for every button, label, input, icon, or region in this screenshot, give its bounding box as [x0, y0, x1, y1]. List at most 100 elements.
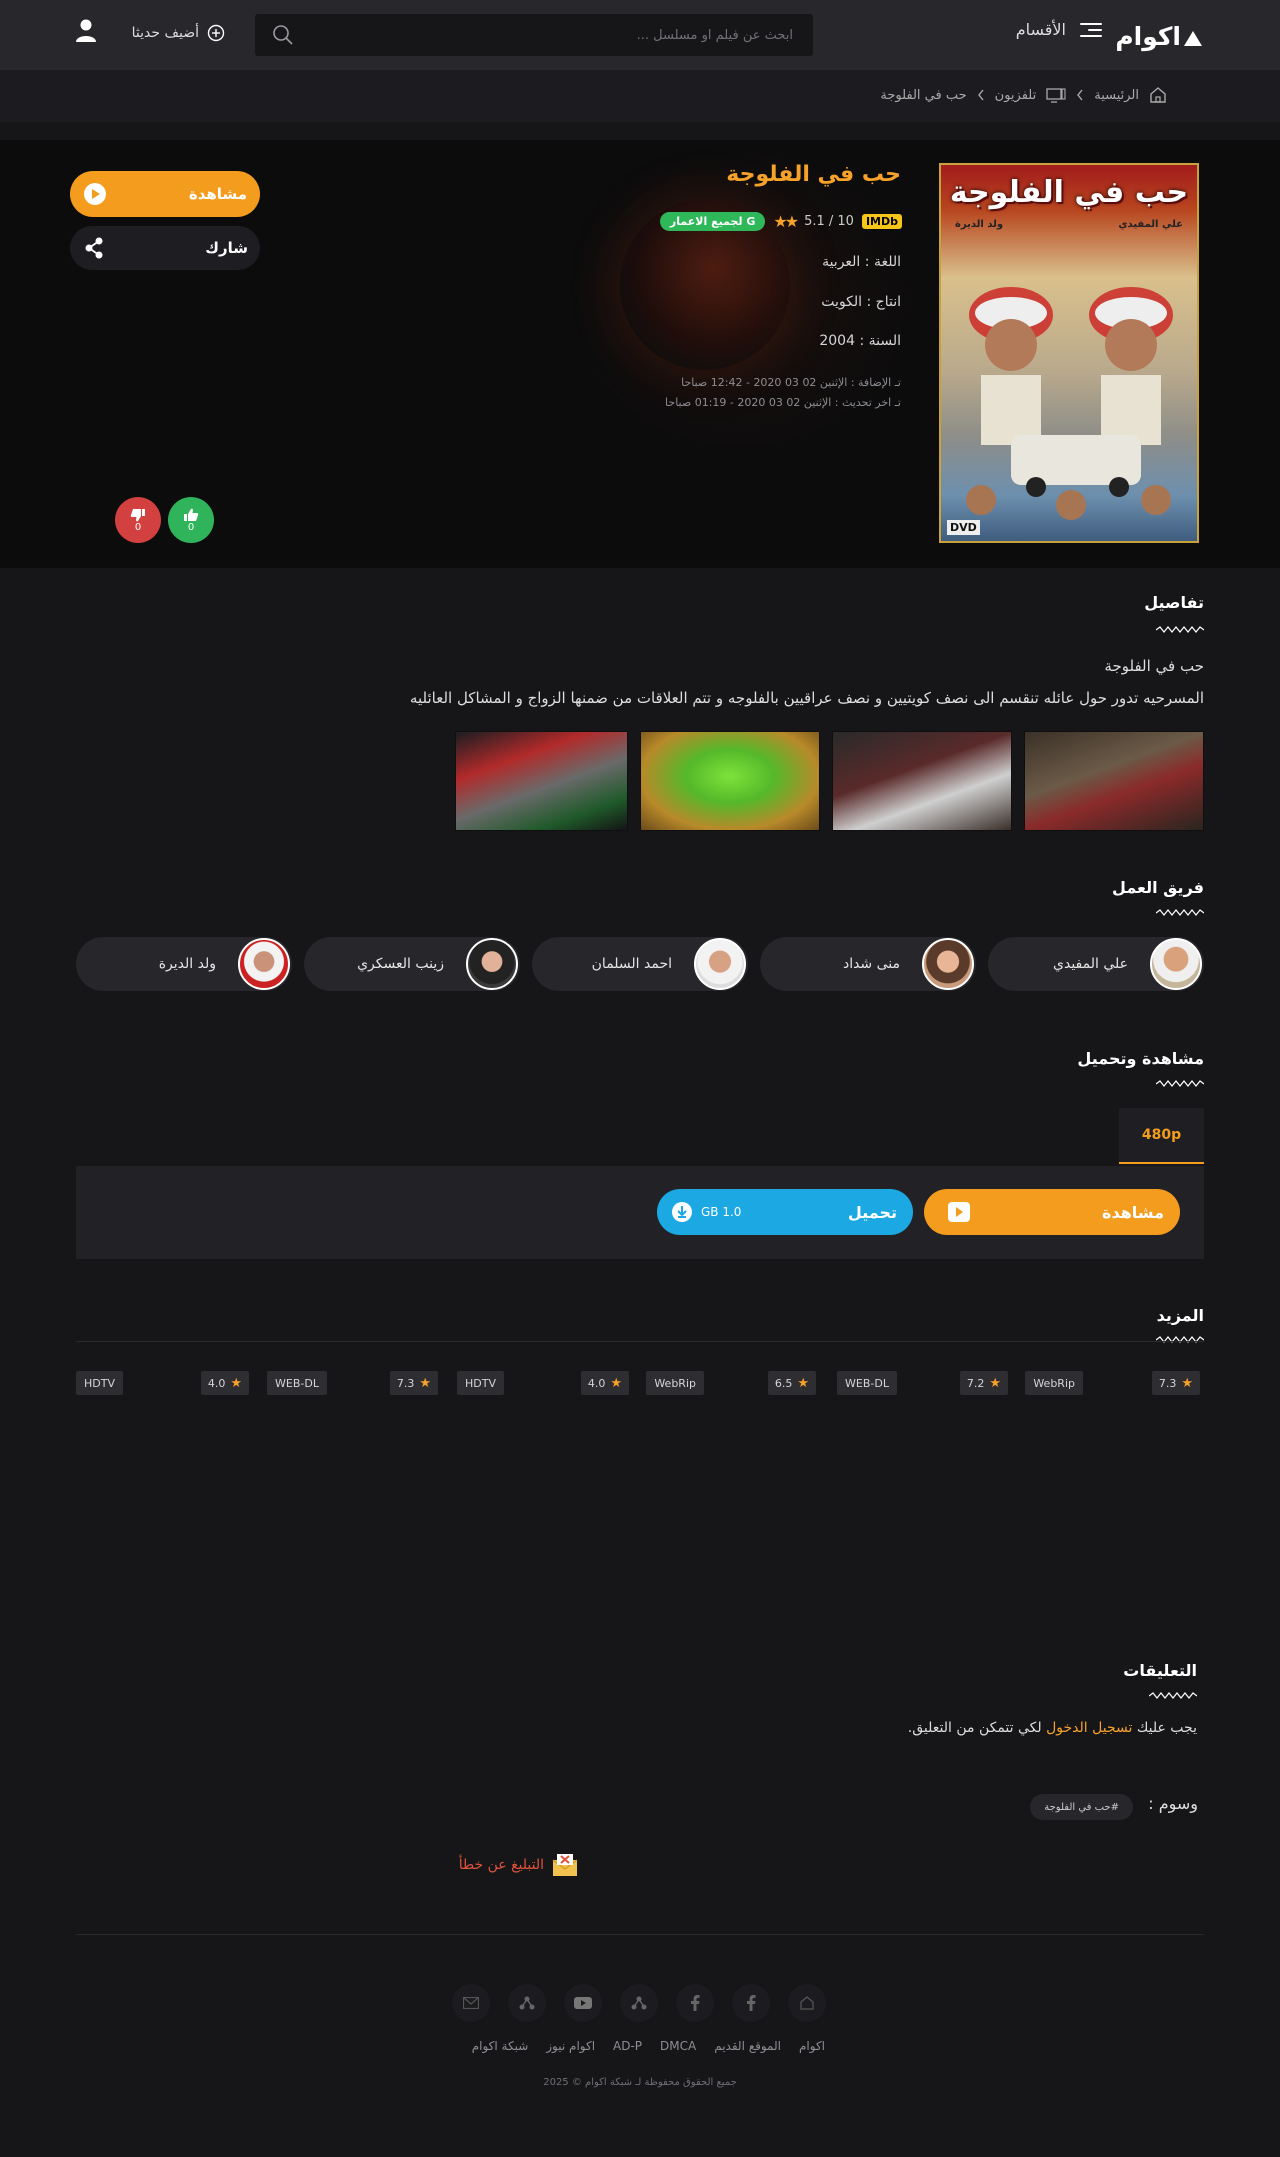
logo-triangle-icon [1184, 31, 1202, 46]
share-button[interactable]: شارك [70, 226, 260, 270]
home-icon [1150, 87, 1166, 103]
avatar [694, 938, 746, 990]
cast-member[interactable]: احمد السلمان [532, 937, 748, 991]
related-rating: ★ 4.0 [200, 1371, 249, 1395]
details-title: تفاصيل [1144, 593, 1204, 612]
cast-member[interactable]: منى شداد [760, 937, 976, 991]
cast-member[interactable]: علي المفيدي [988, 937, 1204, 991]
cast-member-name: علي المفيدي [1053, 956, 1128, 972]
footer-link[interactable]: DMCA [660, 2039, 696, 2053]
related-quality[interactable]: WebRip [646, 1371, 704, 1395]
cast-member-name: احمد السلمان [591, 956, 672, 972]
cast-member[interactable]: ولد الديرة [76, 937, 292, 991]
footer-divider [76, 1934, 1204, 1935]
related-rating: ★ 7.2 [959, 1371, 1008, 1395]
login-link[interactable]: تسجيل الدخول [1046, 1720, 1132, 1736]
dislike-count: 0 [134, 521, 142, 533]
plus-circle-icon [207, 24, 225, 42]
home-icon[interactable] [788, 1984, 826, 2022]
movie-poster: حب في الفلوجة علي المفيدي ولد الديرة DVD [939, 163, 1199, 543]
star-icon: ★ [1181, 1375, 1193, 1391]
report-error-link[interactable]: التبليغ عن خطأ [459, 1853, 578, 1877]
movie-language: اللغة : العربية [822, 254, 901, 270]
related-rating: ★ 7.3 [389, 1371, 438, 1395]
chevron-left-icon [1077, 89, 1083, 101]
breadcrumb-section[interactable]: تلفزيون [995, 88, 1037, 103]
footer-link[interactable]: شبكة اكوام [472, 2039, 529, 2053]
network-icon[interactable] [508, 1984, 546, 2022]
poster-credit: علي المفيدي [1118, 219, 1183, 230]
screenshot-thumbnail[interactable] [1024, 731, 1204, 831]
zigzag-divider [1149, 1692, 1197, 1699]
updated-date: تـ اخر تحديث : الإثنين 02 03 2020 - 01:1… [665, 396, 901, 409]
sections-menu-button[interactable]: الأقسام [1016, 20, 1102, 39]
imdb-rating: 10 / 5.1 [804, 214, 854, 229]
related-quality[interactable]: WEB-DL [267, 1371, 327, 1395]
report-error-label: التبليغ عن خطأ [458, 1857, 544, 1873]
cast-title: فريق العمل [1112, 878, 1204, 897]
watch-button[interactable]: مشاهدة [70, 171, 260, 217]
copyright: جميع الحقوق محفوظة لـ شبكة اكوام © 2025 [543, 2077, 737, 2088]
dislike-button[interactable]: 0 [115, 497, 161, 543]
quality-tab-480p[interactable]: 480p [1119, 1108, 1204, 1164]
play-icon [84, 183, 106, 205]
chevron-left-icon [977, 89, 984, 101]
details-name: حب في الفلوجة [1104, 657, 1204, 675]
related-quality[interactable]: WEB-DL [837, 1371, 897, 1395]
watch-button-label: مشاهدة [188, 185, 247, 203]
zigzag-divider [1156, 626, 1204, 633]
search-input[interactable] [313, 14, 813, 56]
tv-icon [1046, 88, 1066, 103]
star-icon: ★ [797, 1375, 809, 1391]
screenshot-thumbnail[interactable] [832, 731, 1012, 831]
user-icon[interactable] [74, 18, 98, 44]
related-rating: ★ 4.0 [580, 1371, 629, 1395]
tag-chip[interactable]: #حب في الفلوجة [1030, 1794, 1133, 1820]
star-icon: ★ [989, 1375, 1001, 1391]
footer-link[interactable]: AD-P [613, 2039, 642, 2053]
youtube-icon[interactable] [564, 1984, 602, 2022]
stream-watch-button[interactable]: مشاهدة [924, 1189, 1180, 1235]
comments-title: التعليقات [1123, 1661, 1197, 1680]
breadcrumb-home[interactable]: الرئيسية [1094, 88, 1139, 103]
screenshot-thumbnail[interactable] [455, 731, 628, 831]
related-rating: ★ 6.5 [767, 1371, 816, 1395]
download-icon [672, 1202, 692, 1222]
footer-link[interactable]: الموقع القديم [714, 2039, 781, 2053]
breadcrumb-current: حب في الفلوجة [880, 87, 967, 103]
related-quality[interactable]: HDTV [457, 1371, 504, 1395]
footer-link[interactable]: اكوام [799, 2039, 825, 2053]
mail-icon[interactable] [452, 1984, 490, 2022]
movie-production: انتاج : الكويت [821, 294, 901, 310]
stream-watch-label: مشاهدة [1102, 1202, 1164, 1222]
network-icon[interactable] [620, 1984, 658, 2022]
breadcrumb: الرئيسية تلفزيون حب في الفلوجة [880, 86, 1167, 104]
footer-link[interactable]: اكوام نيوز [546, 2039, 595, 2053]
star-icon: ★★ [773, 212, 799, 231]
facebook-icon[interactable] [732, 1984, 770, 2022]
related-quality[interactable]: HDTV [76, 1371, 123, 1395]
movie-year: السنة : 2004 [819, 333, 901, 349]
related-quality[interactable]: WebRip [1025, 1371, 1083, 1395]
movie-title: حب في الفلوجة [726, 162, 901, 187]
screenshot-thumbnail[interactable] [640, 731, 820, 831]
avatar [1150, 938, 1202, 990]
zigzag-divider [1156, 1080, 1204, 1087]
related-rating: ★ 7.3 [1151, 1371, 1200, 1395]
add-new-label: أضيف حديثا [131, 25, 199, 41]
add-new-link[interactable]: أضيف حديثا [132, 24, 225, 42]
more-title: المزيد [1156, 1306, 1204, 1325]
like-button[interactable]: 0 [168, 497, 214, 543]
facebook-icon[interactable] [676, 1984, 714, 2022]
search-icon[interactable] [271, 23, 295, 47]
star-icon: ★ [230, 1375, 242, 1391]
zigzag-divider [1156, 909, 1204, 916]
thumbs-up-icon [184, 508, 199, 521]
age-rating-badge: G لجميع الاعمار [659, 212, 766, 231]
downloads-title: مشاهدة وتحميل [1077, 1049, 1204, 1068]
download-button[interactable]: تحميل 1.0 GB [657, 1189, 913, 1235]
search-box [255, 14, 813, 56]
site-logo[interactable]: اكوام [1115, 22, 1202, 51]
cast-member[interactable]: زينب العسكري [304, 937, 520, 991]
cast-member-name: ولد الديرة [158, 956, 216, 972]
